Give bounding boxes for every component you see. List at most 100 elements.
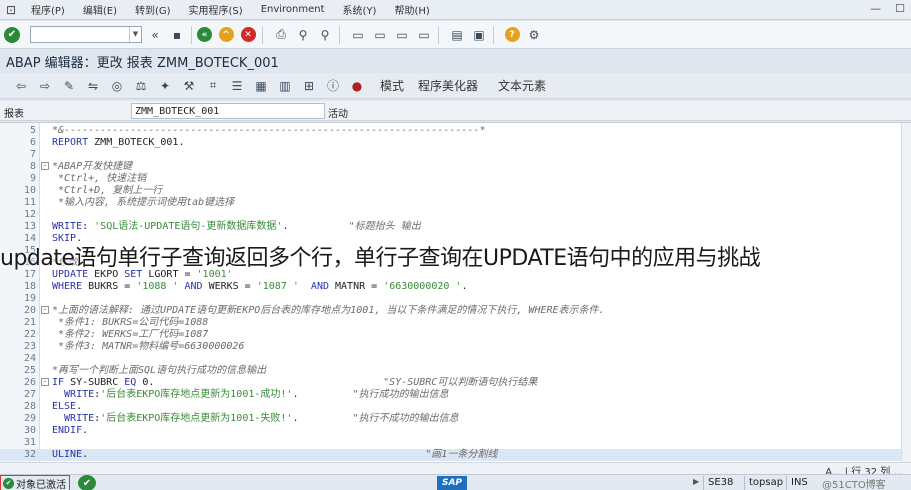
enhancements-icon[interactable]: ▥	[276, 77, 294, 95]
chevron-down-icon[interactable]: ▼	[129, 27, 141, 42]
check-icon[interactable]: ⚖	[132, 77, 150, 95]
code-line[interactable]: 9 *Ctrl+, 快速注销	[0, 173, 901, 185]
command-field[interactable]: ▼	[30, 26, 142, 43]
activate-icon[interactable]: ✦	[156, 77, 174, 95]
menu-environment[interactable]: Environment	[252, 4, 334, 15]
line-number: 12	[23, 209, 36, 220]
find-icon[interactable]: ⚲	[294, 26, 312, 44]
code-text: *Ctrl+D, 复制上一行	[52, 185, 162, 197]
active-inactive-icon[interactable]: ⇋	[84, 77, 102, 95]
print-icon[interactable]: ⎙	[272, 26, 290, 44]
code-text: ULINE. "画1一条分割线	[52, 449, 497, 461]
menu-utilities[interactable]: 实用程序(S)	[180, 2, 252, 17]
help-icon[interactable]: ?	[504, 27, 520, 42]
menu-help[interactable]: 帮助(H)	[385, 2, 438, 17]
code-line[interactable]: 30 ENDIF.	[0, 425, 901, 437]
fold-toggle-icon[interactable]: -	[41, 378, 49, 386]
forward-arrow-icon[interactable]: ⇨	[36, 77, 54, 95]
code-editor[interactable]: 5 *&-------------------------------------…	[0, 122, 911, 463]
info-icon[interactable]: ⓘ	[324, 77, 342, 95]
menu-program[interactable]: 程序(P)	[22, 2, 74, 17]
vertical-scrollbar[interactable]	[901, 123, 911, 463]
toolbar-divider	[262, 25, 263, 44]
exit-icon[interactable]: ^	[218, 27, 234, 42]
code-line[interactable]: 18 WHERE BUKRS = '1088 ' AND WERKS = '108…	[0, 281, 901, 293]
ok-icon[interactable]: ✔	[4, 26, 20, 43]
code-line[interactable]: 31	[0, 437, 901, 449]
program-name-field: ZMM_BOTECK_001	[131, 103, 325, 119]
code-line[interactable]: 26- IF SY-SUBRC EQ 0. "SY-SUBRC可以判断语句执行结果	[0, 377, 901, 389]
menu-goto[interactable]: 转到(G)	[126, 2, 180, 17]
where-used-icon[interactable]: ⌗	[204, 77, 222, 95]
code-line[interactable]: 10 *Ctrl+D, 复制上一行	[0, 185, 901, 197]
code-line[interactable]: 24	[0, 353, 901, 365]
code-line[interactable]: 5 *&-------------------------------------…	[0, 125, 901, 137]
code-token: ELSE	[52, 401, 77, 412]
customize-icon[interactable]: ⚙	[525, 26, 543, 44]
menu-edit[interactable]: 编辑(E)	[74, 2, 126, 17]
triangle-icon[interactable]: ▶	[693, 477, 699, 486]
code-token: .	[461, 281, 468, 292]
back-icon[interactable]: «	[146, 26, 164, 44]
code-line[interactable]: 8- *ABAP开发快捷键	[0, 161, 901, 173]
line-number: 13	[23, 221, 36, 232]
toolbar-divider	[438, 25, 439, 44]
code-line[interactable]: 22 *条件2: WERKS=工厂代码=1087	[0, 329, 901, 341]
pattern-button[interactable]: 模式	[380, 77, 404, 94]
back-arrow-icon[interactable]: ⇦	[12, 77, 30, 95]
code-line[interactable]: 28 ELSE.	[0, 401, 901, 413]
code-token: *Ctrl+, 快速注销	[52, 173, 147, 184]
breakpoint-icon[interactable]: ●	[348, 77, 366, 95]
line-number: 7	[29, 149, 36, 160]
code-token: WRITE	[52, 413, 95, 424]
app-menu-icon[interactable]: ⊡	[0, 2, 22, 18]
object-list-icon[interactable]: ☰	[228, 77, 246, 95]
code-line[interactable]: 20- *上面的语法解释: 通过UPDATE语句更新EKPO后台表的库存地点为10…	[0, 305, 901, 317]
display-change-icon[interactable]: ✎	[60, 77, 78, 95]
code-line[interactable]: 21 *条件1: BUKRS=公司代码=1088	[0, 317, 901, 329]
code-line[interactable]: 32 ULINE. "画1一条分割线	[0, 449, 901, 461]
code-line[interactable]: 11 *输入内容, 系统提示词使用tab键选择	[0, 197, 901, 209]
find-next-icon[interactable]: ⚲	[316, 26, 334, 44]
prev-page-icon[interactable]: ▭	[371, 26, 389, 44]
line-number: 29	[23, 413, 36, 424]
code-line[interactable]: 25 *再写一个判断上面SQL语句执行成功的信息输出	[0, 365, 901, 377]
text-elements-button[interactable]: 文本元素	[498, 77, 546, 94]
code-line[interactable]: 29 WRITE:'后台表EKPO库存地点更新为1001-失败!'. "执行不成…	[0, 413, 901, 425]
next-page-icon[interactable]: ▭	[393, 26, 411, 44]
code-token: IF	[52, 377, 71, 388]
pretty-printer-button[interactable]: 程序美化器	[418, 77, 478, 94]
fold-toggle-icon[interactable]: -	[41, 306, 49, 314]
shortcut-icon[interactable]: ▣	[470, 26, 488, 44]
code-line[interactable]: 6 REPORT ZMM_BOTECK_001.	[0, 137, 901, 149]
test-icon[interactable]: ⚒	[180, 77, 198, 95]
new-session-icon[interactable]: ▤	[448, 26, 466, 44]
first-page-icon[interactable]: ▭	[349, 26, 367, 44]
code-line[interactable]: 27 WRITE:'后台表EKPO库存地点更新为1001-成功!'. "执行成功…	[0, 389, 901, 401]
line-number: 27	[23, 389, 36, 400]
navigation-window-icon[interactable]: ▦	[252, 77, 270, 95]
line-number: 32	[23, 449, 36, 460]
cancel-icon[interactable]: ✕	[240, 27, 256, 42]
pattern-icon[interactable]: ⊞	[300, 77, 318, 95]
last-page-icon[interactable]: ▭	[415, 26, 433, 44]
back-green-icon[interactable]: «	[197, 27, 212, 42]
menu-system[interactable]: 系统(Y)	[334, 2, 386, 17]
status-message[interactable]: ✔ 对象已激活	[0, 475, 70, 490]
ok-status-icon[interactable]: ✔	[78, 475, 96, 490]
save-icon[interactable]: ▪	[168, 26, 186, 44]
code-line[interactable]: 7	[0, 149, 901, 161]
other-object-icon[interactable]: ◎	[108, 77, 126, 95]
status-bar: ✔ 对象已激活 ✔ SAP ▶ SE38 topsap INS @51CTO博客	[0, 474, 911, 490]
code-line[interactable]: 23 *条件3: MATNR=物料编号=6630000026	[0, 341, 901, 353]
program-info-bar: 报表 ZMM_BOTECK_001 活动	[0, 101, 911, 121]
code-token: ULINE	[52, 449, 83, 460]
code-text: ELSE.	[52, 401, 82, 413]
minimize-icon[interactable]: —	[870, 2, 881, 15]
code-line[interactable]: 12	[0, 209, 901, 221]
code-token: SY-SUBRC	[70, 377, 125, 388]
fold-toggle-icon[interactable]: -	[41, 162, 49, 170]
code-line[interactable]: 19	[0, 293, 901, 305]
maximize-icon[interactable]: ☐	[895, 2, 905, 15]
code-line[interactable]: 13 WRITE: 'SQL语法-UPDATE语句-更新数据库数据'. "标题抬头…	[0, 221, 901, 233]
